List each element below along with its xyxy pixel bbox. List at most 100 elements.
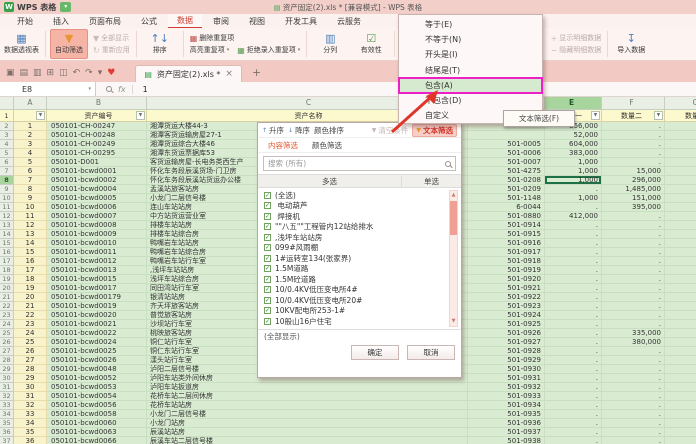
cell[interactable]: 4 xyxy=(14,149,47,158)
cell[interactable]: 501-0208 xyxy=(468,176,545,185)
cell[interactable]: 151,000 xyxy=(602,194,665,203)
cell[interactable]: . xyxy=(602,122,665,131)
qat-more-icon[interactable]: ▾ xyxy=(98,68,103,78)
cell[interactable]: 33 xyxy=(14,410,47,419)
cell[interactable]: . xyxy=(545,374,602,383)
cell[interactable]: 辰溪站站房 xyxy=(147,428,468,437)
cell[interactable]: 050101-bcwd0015 xyxy=(47,275,147,284)
scroll-up-icon[interactable]: ▲ xyxy=(450,191,457,200)
cell[interactable]: . xyxy=(545,320,602,329)
cell[interactable]: 1,000 xyxy=(545,167,602,176)
cell[interactable] xyxy=(665,284,696,293)
color-sort-button[interactable]: 颜色排序 xyxy=(314,125,344,136)
cell[interactable]: 19 xyxy=(14,284,47,293)
cell[interactable] xyxy=(665,356,696,365)
cell[interactable]: 050101-bcwd0017 xyxy=(47,284,147,293)
row-header[interactable]: 20 xyxy=(0,284,14,293)
checkbox-checked-icon[interactable]: ✓ xyxy=(264,297,271,304)
cell[interactable]: 1,485,000 xyxy=(602,185,665,194)
column-header-A[interactable]: A xyxy=(14,97,47,110)
cell[interactable]: 29 xyxy=(14,374,47,383)
new-tab-button[interactable]: + xyxy=(252,66,261,79)
cell[interactable]: 380,000 xyxy=(602,338,665,347)
tab-审阅[interactable]: 审阅 xyxy=(204,15,238,28)
cancel-button[interactable]: 取消 xyxy=(407,345,455,360)
cell[interactable]: 12 xyxy=(14,221,47,230)
cell[interactable]: 15,000 xyxy=(602,167,665,176)
cell[interactable]: . xyxy=(602,266,665,275)
pivot-table-button[interactable]: ▦数据透视表 xyxy=(2,29,41,59)
row-header[interactable]: 9 xyxy=(0,185,14,194)
cell[interactable]: . xyxy=(602,302,665,311)
row-header[interactable]: 27 xyxy=(0,347,14,356)
cell[interactable]: 050101-bcwd0026 xyxy=(47,356,147,365)
cell[interactable]: . xyxy=(602,158,665,167)
tab-开发工具[interactable]: 开发工具 xyxy=(276,15,326,28)
list-item[interactable]: ✓,浅坪车站站房 xyxy=(264,232,461,243)
cell[interactable] xyxy=(665,275,696,284)
cell[interactable]: 6-0044 xyxy=(468,203,545,212)
cell[interactable]: 050101-CH-00249 xyxy=(47,140,147,149)
menu-item-不包含(D)[interactable]: 不包含(D) xyxy=(399,93,542,108)
cell[interactable]: 501-0923 xyxy=(468,302,545,311)
cell[interactable]: 501-0006 xyxy=(468,149,545,158)
cell[interactable]: 8 xyxy=(14,185,47,194)
row-header[interactable]: 19 xyxy=(0,275,14,284)
row-header[interactable]: 25 xyxy=(0,329,14,338)
cell[interactable] xyxy=(665,194,696,203)
cell[interactable]: 501-0928 xyxy=(468,347,545,356)
menu-item-开头是(I)[interactable]: 开头是(I) xyxy=(399,47,542,62)
cell[interactable]: . xyxy=(545,266,602,275)
text-filter-button[interactable]: ▼文本筛选 xyxy=(412,124,457,137)
name-box-caret-icon[interactable]: ▾ xyxy=(88,86,91,92)
cell[interactable] xyxy=(665,131,696,140)
cell[interactable]: 501-0926 xyxy=(468,329,545,338)
row-header[interactable]: 24 xyxy=(0,320,14,329)
tab-公式[interactable]: 公式 xyxy=(132,15,166,28)
redo-icon[interactable]: ↷ xyxy=(85,68,93,78)
cell[interactable]: 050101-bcwd0022 xyxy=(47,329,147,338)
cell[interactable] xyxy=(665,320,696,329)
cell[interactable]: 501-0915 xyxy=(468,230,545,239)
list-item[interactable]: ✓10/0.4KV低压变电所4# xyxy=(264,285,461,296)
row-header[interactable]: 29 xyxy=(0,365,14,374)
show-all-link[interactable]: (全部显示) xyxy=(258,329,461,342)
filter-search-box[interactable]: 搜索 (所有) xyxy=(263,156,456,171)
cell[interactable] xyxy=(665,158,696,167)
filter-dropdown-icon[interactable]: ▼ xyxy=(136,111,145,120)
cell[interactable]: 501-0938 xyxy=(468,437,545,444)
cell[interactable]: 28 xyxy=(14,365,47,374)
cell[interactable]: . xyxy=(602,293,665,302)
checkbox-checked-icon[interactable]: ✓ xyxy=(264,213,271,220)
cell[interactable]: 501-0933 xyxy=(468,392,545,401)
header-cell[interactable]: 数量三 xyxy=(665,110,696,122)
row-header[interactable]: 36 xyxy=(0,428,14,437)
cell[interactable] xyxy=(665,221,696,230)
cell[interactable]: . xyxy=(602,437,665,444)
cell[interactable]: 501-0931 xyxy=(468,374,545,383)
cell[interactable]: 501-0209 xyxy=(468,185,545,194)
cell[interactable]: . xyxy=(602,248,665,257)
cell[interactable]: . xyxy=(545,383,602,392)
cell[interactable]: . xyxy=(602,320,665,329)
cell[interactable]: 050101-bcwd0048 xyxy=(47,365,147,374)
list-item[interactable]: ✓1#运转室134(张家界) xyxy=(264,253,461,264)
cell[interactable]: 23 xyxy=(14,320,47,329)
open-icon[interactable]: ▤ xyxy=(20,68,29,78)
cell[interactable]: 10 xyxy=(14,203,47,212)
checkbox-checked-icon[interactable]: ✓ xyxy=(264,244,271,251)
row-header[interactable]: 35 xyxy=(0,419,14,428)
print-preview-icon[interactable]: ◫ xyxy=(59,68,68,78)
cell[interactable] xyxy=(665,239,696,248)
print-icon[interactable]: ⊞ xyxy=(47,68,55,78)
cell[interactable]: 335,000 xyxy=(602,329,665,338)
cell[interactable] xyxy=(665,365,696,374)
column-header-E[interactable]: E xyxy=(545,97,602,110)
cell[interactable]: 050101-bcwd0019 xyxy=(47,302,147,311)
cell[interactable] xyxy=(665,176,696,185)
filter-dropdown-icon[interactable]: ▼ xyxy=(591,111,600,120)
cell[interactable]: . xyxy=(602,410,665,419)
list-item[interactable]: ✓10KV配电所253-1# xyxy=(264,306,461,317)
cell[interactable] xyxy=(665,401,696,410)
row-header[interactable]: 6 xyxy=(0,158,14,167)
